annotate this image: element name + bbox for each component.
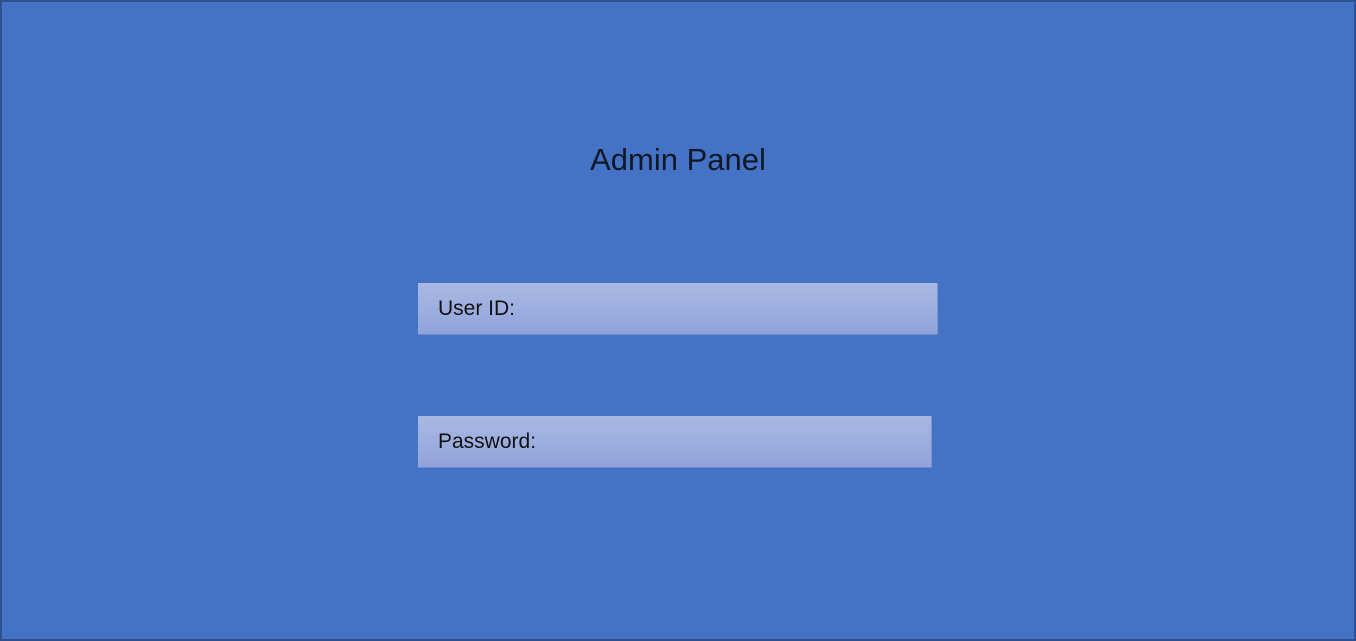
page-title: Admin Panel [590,142,766,177]
password-label: Password: [438,429,537,453]
admin-login-panel: Admin Panel User ID: Password: [0,0,1356,641]
password-field[interactable]: Password: [418,416,932,468]
user-id-label: User ID: [438,296,516,320]
user-id-field[interactable]: User ID: [418,283,938,335]
